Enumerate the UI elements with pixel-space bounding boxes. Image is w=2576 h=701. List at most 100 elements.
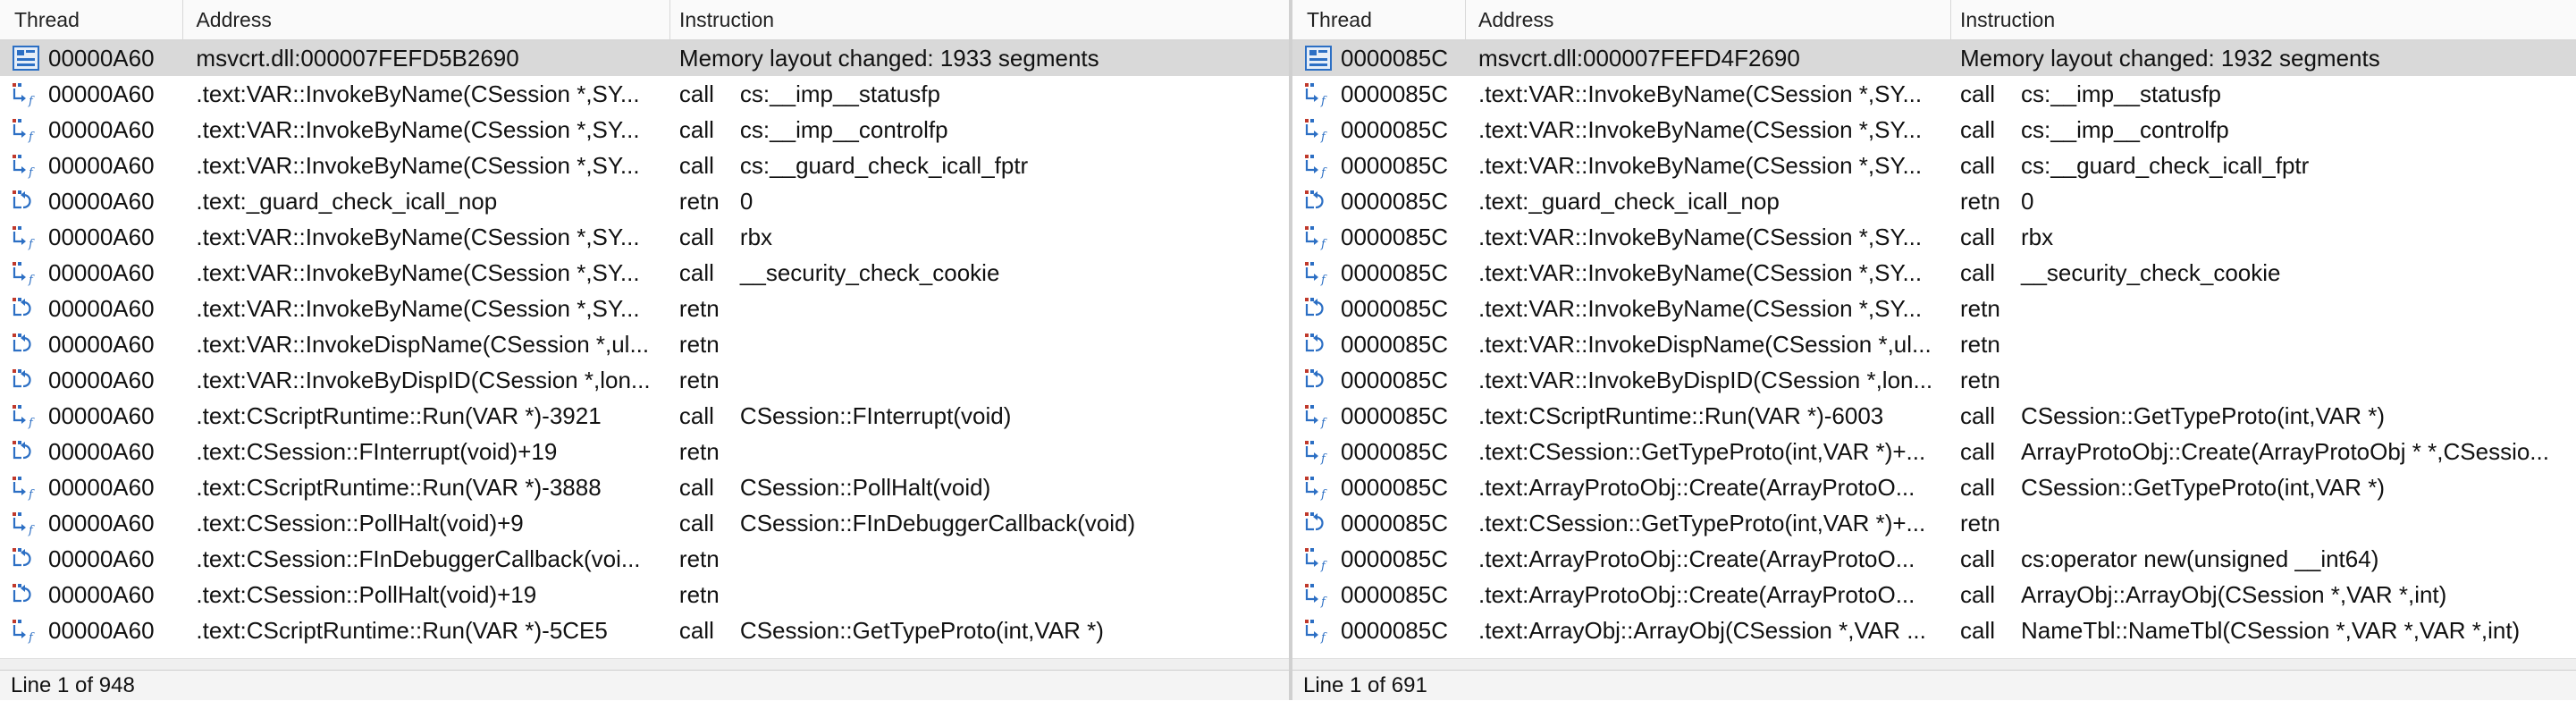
trace-row[interactable]: 00000A60 .text:_guard_check_icall_nop retn… <box>0 183 1289 219</box>
trace-row[interactable]: f 0000085C .text:VAR::InvokeByName(CSessio… <box>1292 76 2576 112</box>
opcode: retn <box>678 580 720 608</box>
return-icon <box>11 545 43 572</box>
trace-row[interactable]: 0000085C .text:VAR::InvokeByName(CSession… <box>1292 291 2576 326</box>
call-icon: f <box>1303 545 1335 573</box>
trace-row[interactable]: f 0000085C .text:CScriptRuntime::Run(VAR *… <box>1292 398 2576 434</box>
address-cell: .text:VAR::InvokeByName(CSession *,SY... <box>196 294 640 322</box>
trace-row[interactable]: 00000A60 msvcrt.dll:000007FEFD5B2690 Memor… <box>0 40 1289 76</box>
svg-text:f: f <box>28 238 35 250</box>
instruction-cell: call __security_check_cookie <box>1951 259 2576 287</box>
trace-row[interactable]: 0000085C .text:CSession::GetTypeProto(int… <box>1292 505 2576 541</box>
trace-row[interactable]: 00000A60 .text:CSession::PollHalt(void)+1… <box>0 577 1289 612</box>
svg-text:f: f <box>1320 595 1327 608</box>
trace-row[interactable]: 0000085C .text:VAR::InvokeDispName(CSessi… <box>1292 326 2576 362</box>
thread-id: 0000085C <box>1341 80 1448 107</box>
column-header-instruction[interactable]: Instruction <box>1951 0 2576 39</box>
column-header-thread[interactable]: Thread <box>1292 0 1466 39</box>
trace-row[interactable]: f 00000A60 .text:VAR::InvokeByName(CSessio… <box>0 148 1289 183</box>
trace-compare-view: Thread Address Instruction 00000A60 msvcr… <box>0 0 2576 700</box>
trace-row[interactable]: f 00000A60 .text:VAR::InvokeByName(CSessio… <box>0 255 1289 291</box>
call-icon: f <box>11 510 43 537</box>
trace-row[interactable]: 00000A60 .text:VAR::InvokeByName(CSession… <box>0 291 1289 326</box>
address-cell: .text:ArrayObj::ArrayObj(CSession *,VAR … <box>1478 616 1926 644</box>
svg-text:f: f <box>1320 166 1327 179</box>
operand: CSession::PollHalt(void) <box>739 473 991 501</box>
trace-row[interactable]: f 00000A60 .text:VAR::InvokeByName(CSessio… <box>0 219 1289 255</box>
trace-row[interactable]: f 00000A60 .text:CScriptRuntime::Run(VAR *… <box>0 612 1289 648</box>
address-cell: .text:CSession::FInDebuggerCallback(voi.… <box>196 545 641 572</box>
call-icon: f <box>11 224 43 251</box>
trace-row[interactable]: f 0000085C .text:ArrayProtoObj::Create(Arr… <box>1292 541 2576 577</box>
call-icon: f <box>1303 474 1335 502</box>
opcode: call <box>1960 258 1996 286</box>
thread-id: 0000085C <box>1341 509 1448 536</box>
trace-row[interactable]: f 0000085C .text:VAR::InvokeByName(CSessio… <box>1292 219 2576 255</box>
address-cell: .text:CSession::PollHalt(void)+9 <box>196 509 524 536</box>
call-icon: f <box>1303 581 1335 609</box>
thread-cell: f 0000085C <box>1292 80 1466 108</box>
call-icon: f <box>11 617 43 645</box>
call-icon: f <box>11 259 43 287</box>
address-cell: .text:CSession::GetTypeProto(int,VAR *)+… <box>1478 509 1926 536</box>
thread-id: 00000A60 <box>48 151 155 179</box>
svg-text:f: f <box>1320 488 1327 501</box>
operand: cs:__imp__statusfp <box>2021 80 2222 107</box>
trace-row[interactable]: f 00000A60 .text:CSession::PollHalt(void)+… <box>0 505 1289 541</box>
thread-id: 00000A60 <box>48 545 155 572</box>
trace-row[interactable]: f 0000085C .text:ArrayProtoObj::Create(Arr… <box>1292 577 2576 612</box>
thread-cell: f 00000A60 <box>0 224 183 251</box>
instruction-cell: retn <box>670 295 1289 323</box>
thread-cell: 0000085C <box>1292 295 1466 323</box>
trace-row[interactable]: f 0000085C .text:VAR::InvokeByName(CSessio… <box>1292 148 2576 183</box>
operand: 0 <box>739 187 753 215</box>
thread-cell: f 0000085C <box>1292 438 1466 466</box>
svg-text:f: f <box>28 488 35 501</box>
call-icon: f <box>11 474 43 502</box>
trace-row[interactable]: f 0000085C .text:ArrayObj::ArrayObj(CSessi… <box>1292 612 2576 648</box>
svg-text:f: f <box>1320 560 1327 572</box>
opcode: call <box>678 258 714 286</box>
instruction-cell: Memory layout changed: 1932 segments <box>1951 45 2576 72</box>
trace-row[interactable]: 00000A60 .text:CSession::FInDebuggerCallb… <box>0 541 1289 577</box>
trace-row[interactable]: 00000A60 .text:VAR::InvokeByDispID(CSessi… <box>0 362 1289 398</box>
instruction-cell: retn <box>670 581 1289 609</box>
trace-row[interactable]: f 0000085C .text:CSession::GetTypeProto(in… <box>1292 434 2576 469</box>
trace-row[interactable]: f 0000085C .text:ArrayProtoObj::Create(Arr… <box>1292 469 2576 505</box>
trace-row[interactable]: f 00000A60 .text:VAR::InvokeByName(CSessio… <box>0 76 1289 112</box>
trace-row[interactable]: 0000085C .text:VAR::InvokeByDispID(CSessi… <box>1292 362 2576 398</box>
trace-row[interactable]: 00000A60 .text:CSession::FInterrupt(void)… <box>0 434 1289 469</box>
thread-id: 00000A60 <box>48 401 155 429</box>
instruction-cell: retn <box>1951 331 2576 359</box>
trace-row[interactable]: f 0000085C .text:VAR::InvokeByName(CSessio… <box>1292 255 2576 291</box>
trace-row[interactable]: f 0000085C .text:VAR::InvokeByName(CSessio… <box>1292 112 2576 148</box>
thread-id: 0000085C <box>1341 473 1448 501</box>
thread-cell: 00000A60 <box>0 545 183 573</box>
column-header-address[interactable]: Address <box>183 0 670 39</box>
horizontal-scrollbar[interactable] <box>0 658 1289 670</box>
operand: ArrayProtoObj::Create(ArrayProtoObj * *,… <box>2021 437 2549 465</box>
trace-row[interactable]: 0000085C msvcrt.dll:000007FEFD4F2690 Memor… <box>1292 40 2576 76</box>
column-header-instruction[interactable]: Instruction <box>670 0 1289 39</box>
trace-row[interactable]: f 00000A60 .text:CScriptRuntime::Run(VAR *… <box>0 398 1289 434</box>
address-cell: .text:VAR::InvokeByName(CSession *,SY... <box>1478 151 1923 179</box>
column-header-row: Thread Address Instruction <box>1292 0 2576 40</box>
trace-row[interactable]: 0000085C .text:_guard_check_icall_nop retn… <box>1292 183 2576 219</box>
thread-cell: f 00000A60 <box>0 259 183 287</box>
instruction-cell: call ArrayProtoObj::Create(ArrayProtoObj … <box>1951 438 2576 466</box>
return-icon <box>1303 188 1335 215</box>
trace-row[interactable]: f 00000A60 .text:VAR::InvokeByName(CSessio… <box>0 112 1289 148</box>
horizontal-scrollbar[interactable] <box>1292 658 2576 670</box>
thread-cell: f 00000A60 <box>0 402 183 430</box>
call-icon: f <box>1303 152 1335 180</box>
trace-pane-left: Thread Address Instruction 00000A60 msvcr… <box>0 0 1292 700</box>
opcode: call <box>1960 437 1996 465</box>
trace-row[interactable]: 00000A60 .text:VAR::InvokeDispName(CSessi… <box>0 326 1289 362</box>
return-icon <box>11 581 43 608</box>
column-header-address[interactable]: Address <box>1466 0 1951 39</box>
column-header-thread[interactable]: Thread <box>0 0 184 39</box>
address-cell: .text:VAR::InvokeByDispID(CSession *,lon… <box>1478 366 1933 393</box>
opcode: call <box>678 473 714 501</box>
trace-row[interactable]: f 00000A60 .text:CScriptRuntime::Run(VAR *… <box>0 469 1289 505</box>
thread-id: 0000085C <box>1341 187 1448 215</box>
opcode: retn <box>678 187 720 215</box>
